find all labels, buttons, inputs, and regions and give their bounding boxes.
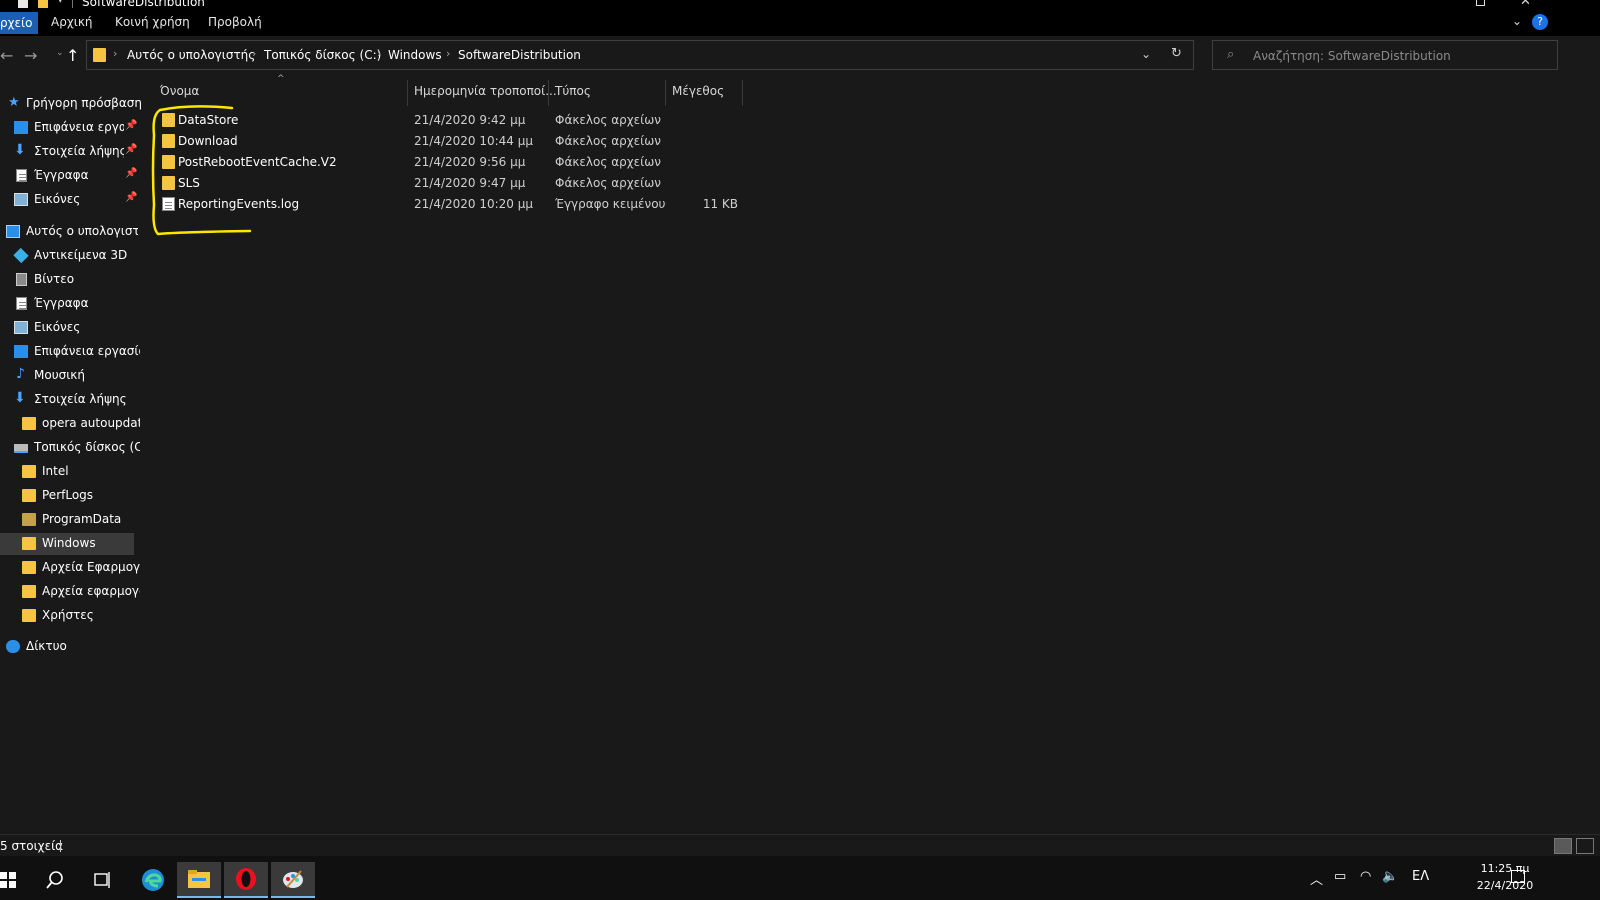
battery-icon[interactable]: ▭ [1334, 869, 1346, 884]
task-view-icon[interactable] [80, 862, 124, 898]
item-count: 5 στοιχεία [0, 839, 64, 853]
highlight-annotation [151, 105, 252, 236]
volume-icon[interactable]: 🔈 [1382, 869, 1398, 884]
clock[interactable]: 11:25 πμ 22/4/2020 [1470, 860, 1540, 894]
divider [60, 840, 61, 852]
action-center-icon[interactable] [1511, 870, 1525, 883]
taskbar: ︿ ▭ ◠ 🔈 ΕΛ 11:25 πμ 22/4/2020 [0, 856, 1600, 900]
show-hidden-icons-icon[interactable]: ︿ [1310, 869, 1323, 888]
search-icon[interactable] [33, 862, 77, 898]
paint-app-icon[interactable] [271, 862, 315, 898]
edge-icon[interactable] [131, 862, 175, 898]
status-bar: 5 στοιχεία [0, 834, 1600, 856]
windows-start-icon[interactable] [0, 862, 30, 898]
language-indicator[interactable]: ΕΛ [1412, 869, 1429, 884]
file-explorer-icon[interactable] [177, 862, 221, 898]
details-view-icon[interactable] [1554, 838, 1572, 854]
clock-date: 22/4/2020 [1476, 879, 1534, 892]
large-icons-view-icon[interactable] [1576, 838, 1594, 854]
wifi-icon[interactable]: ◠ [1360, 869, 1371, 884]
clock-time: 11:25 πμ [1480, 862, 1530, 875]
opera-icon[interactable] [224, 862, 268, 898]
